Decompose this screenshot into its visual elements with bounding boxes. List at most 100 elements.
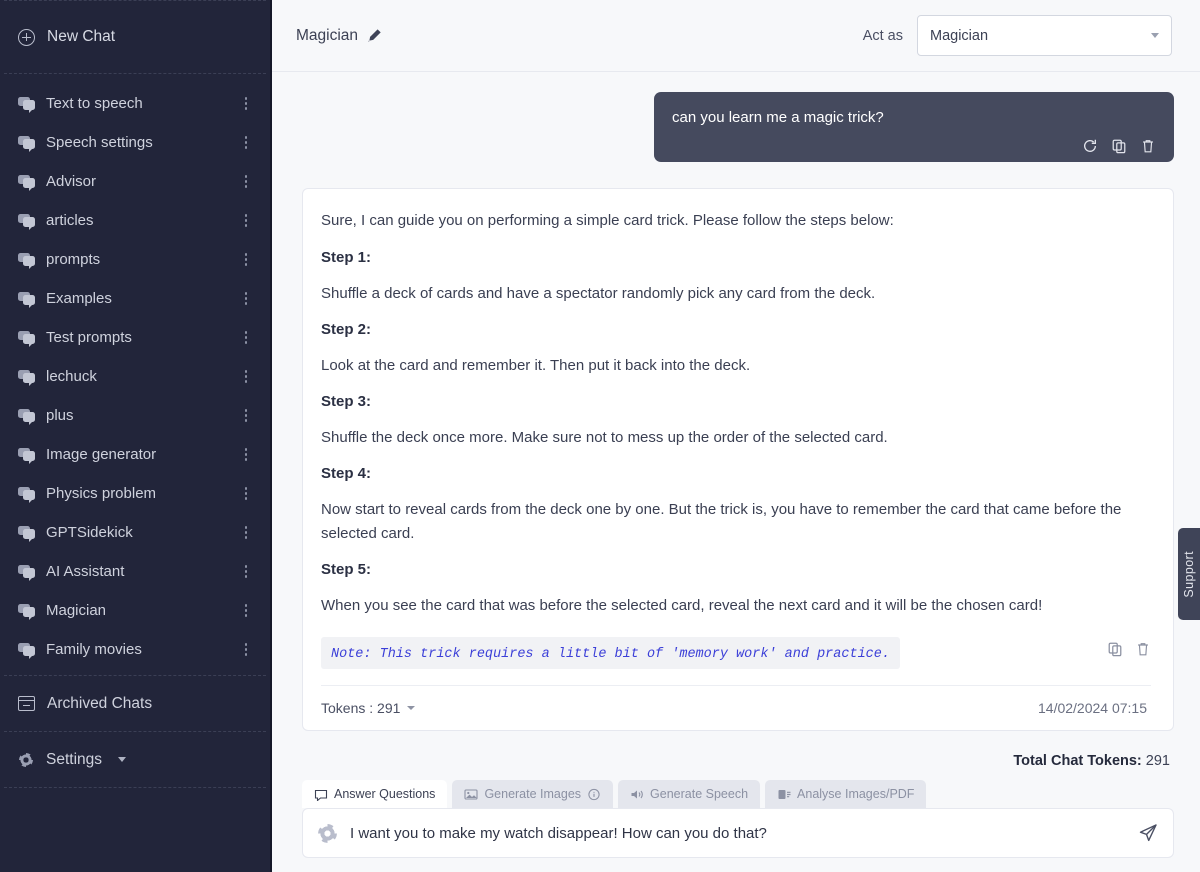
conversation-area: can you learn me a magic trick? — [272, 72, 1200, 780]
sidebar-chat-label: GPTSidekick — [46, 524, 238, 541]
total-chat-tokens-value: 291 — [1146, 753, 1170, 769]
sidebar-chat-item[interactable]: Test prompts — [0, 318, 270, 357]
assistant-paragraph: Shuffle a deck of cards and have a spect… — [321, 282, 1151, 305]
app-root: New Chat Text to speechSpeech settingsAd… — [0, 0, 1200, 872]
copy-icon[interactable] — [1107, 641, 1123, 657]
sidebar-chat-item[interactable]: Image generator — [0, 435, 270, 474]
assistant-step-heading: Step 2: — [321, 321, 1151, 338]
sidebar-chat-item[interactable]: plus — [0, 396, 270, 435]
top-bar: Magician Act as Magician — [272, 0, 1200, 72]
main-panel: Magician Act as Magician can you learn m… — [272, 0, 1200, 872]
assistant-paragraph: Look at the card and remember it. Then p… — [321, 354, 1151, 377]
info-icon[interactable] — [587, 788, 601, 801]
sidebar-chat-item[interactable]: Physics problem — [0, 474, 270, 513]
sidebar-chat-item[interactable]: Speech settings — [0, 123, 270, 162]
send-icon[interactable] — [1137, 822, 1159, 844]
chat-bubble-icon — [18, 175, 35, 189]
sidebar-chat-item[interactable]: articles — [0, 201, 270, 240]
chat-bubble-icon — [18, 604, 35, 618]
divider — [4, 787, 266, 788]
composer-tab[interactable]: Generate Speech — [618, 780, 760, 808]
assistant-message-card: Sure, I can guide you on performing a si… — [302, 188, 1174, 731]
pencil-icon[interactable] — [367, 28, 382, 43]
chat-bubble-icon — [18, 253, 35, 267]
gear-icon[interactable] — [317, 823, 338, 844]
chat-options-icon[interactable] — [238, 641, 254, 659]
chat-options-icon[interactable] — [238, 563, 254, 581]
speaker-icon — [630, 788, 644, 801]
chat-options-icon[interactable] — [238, 407, 254, 425]
sidebar-item-archived-chats[interactable]: Archived Chats — [0, 676, 270, 731]
chat-options-icon[interactable] — [238, 485, 254, 503]
composer-tab[interactable]: Analyse Images/PDF — [765, 780, 926, 808]
act-as-select[interactable]: Magician — [917, 15, 1172, 56]
chat-options-icon[interactable] — [238, 212, 254, 230]
chat-input-wrapper[interactable] — [302, 808, 1174, 858]
chat-options-icon[interactable] — [238, 290, 254, 308]
gear-icon — [18, 752, 34, 768]
total-chat-tokens: Total Chat Tokens: 291 — [302, 731, 1174, 769]
chat-input[interactable] — [350, 825, 1125, 842]
sidebar-chat-item[interactable]: Examples — [0, 279, 270, 318]
chat-options-icon[interactable] — [238, 602, 254, 620]
chat-options-icon[interactable] — [238, 329, 254, 347]
chat-bubble-icon — [18, 643, 35, 657]
chat-options-icon[interactable] — [238, 251, 254, 269]
chat-bubble-icon — [18, 292, 35, 306]
composer-tab-label: Analyse Images/PDF — [797, 787, 914, 801]
chat-icon — [314, 788, 328, 801]
chat-options-icon[interactable] — [238, 134, 254, 152]
regenerate-icon[interactable] — [1082, 138, 1098, 154]
sidebar-chat-item[interactable]: prompts — [0, 240, 270, 279]
sidebar-chat-item[interactable]: Family movies — [0, 630, 270, 669]
chat-options-icon[interactable] — [238, 446, 254, 464]
composer-tabs: Answer Questions Generate Images Generate … — [302, 780, 1174, 808]
delete-icon[interactable] — [1135, 641, 1151, 657]
composer-tab-label: Generate Images — [484, 787, 581, 801]
delete-icon[interactable] — [1140, 138, 1156, 154]
note-code-text: Note: This trick requires a little bit o… — [331, 647, 890, 662]
user-message-actions — [672, 138, 1156, 154]
sidebar-chat-label: plus — [46, 407, 238, 424]
chat-bubble-icon — [18, 331, 35, 345]
sidebar-item-settings[interactable]: Settings — [0, 732, 270, 787]
composer-tab[interactable]: Generate Images — [452, 780, 613, 808]
composer: Answer Questions Generate Images Generate … — [272, 780, 1200, 872]
chat-bubble-icon — [18, 136, 35, 150]
conversation-title: Magician — [296, 27, 382, 45]
sidebar-chat-item[interactable]: Text to speech — [0, 84, 270, 123]
chat-bubble-icon — [18, 487, 35, 501]
sidebar-chat-item[interactable]: Advisor — [0, 162, 270, 201]
support-label: Support — [1182, 551, 1196, 598]
chat-options-icon[interactable] — [238, 368, 254, 386]
sidebar-chat-label: Physics problem — [46, 485, 238, 502]
sidebar: New Chat Text to speechSpeech settingsAd… — [0, 0, 272, 872]
assistant-step-heading: Step 3: — [321, 393, 1151, 410]
support-tab[interactable]: Support — [1178, 528, 1200, 620]
act-as-label: Act as — [863, 28, 903, 44]
chat-options-icon[interactable] — [238, 95, 254, 113]
assistant-card-footer: Tokens : 291 14/02/2024 07:15 — [321, 685, 1151, 730]
sidebar-chat-item[interactable]: Magician — [0, 591, 270, 630]
settings-label: Settings — [46, 751, 102, 769]
chat-options-icon[interactable] — [238, 524, 254, 542]
assistant-message-body: Sure, I can guide you on performing a si… — [321, 209, 1151, 617]
sidebar-chat-item[interactable]: lechuck — [0, 357, 270, 396]
sidebar-chat-label: AI Assistant — [46, 563, 238, 580]
composer-tab[interactable]: Answer Questions — [302, 780, 447, 808]
sidebar-chat-label: Family movies — [46, 641, 238, 658]
chevron-down-icon — [118, 757, 126, 762]
chat-bubble-icon — [18, 448, 35, 462]
sidebar-chat-item[interactable]: GPTSidekick — [0, 513, 270, 552]
chat-bubble-icon — [18, 97, 35, 111]
new-chat-button[interactable]: New Chat — [0, 1, 270, 73]
user-message-text: can you learn me a magic trick? — [672, 108, 1156, 128]
tokens-label: Tokens : 291 — [321, 700, 400, 716]
sidebar-chat-item[interactable]: AI Assistant — [0, 552, 270, 591]
copy-icon[interactable] — [1111, 138, 1127, 154]
chevron-down-icon[interactable] — [407, 706, 415, 710]
assistant-step-heading: Step 5: — [321, 561, 1151, 578]
assistant-paragraph: When you see the card that was before th… — [321, 594, 1151, 617]
chat-options-icon[interactable] — [238, 173, 254, 191]
message-timestamp: 14/02/2024 07:15 — [1038, 700, 1147, 716]
